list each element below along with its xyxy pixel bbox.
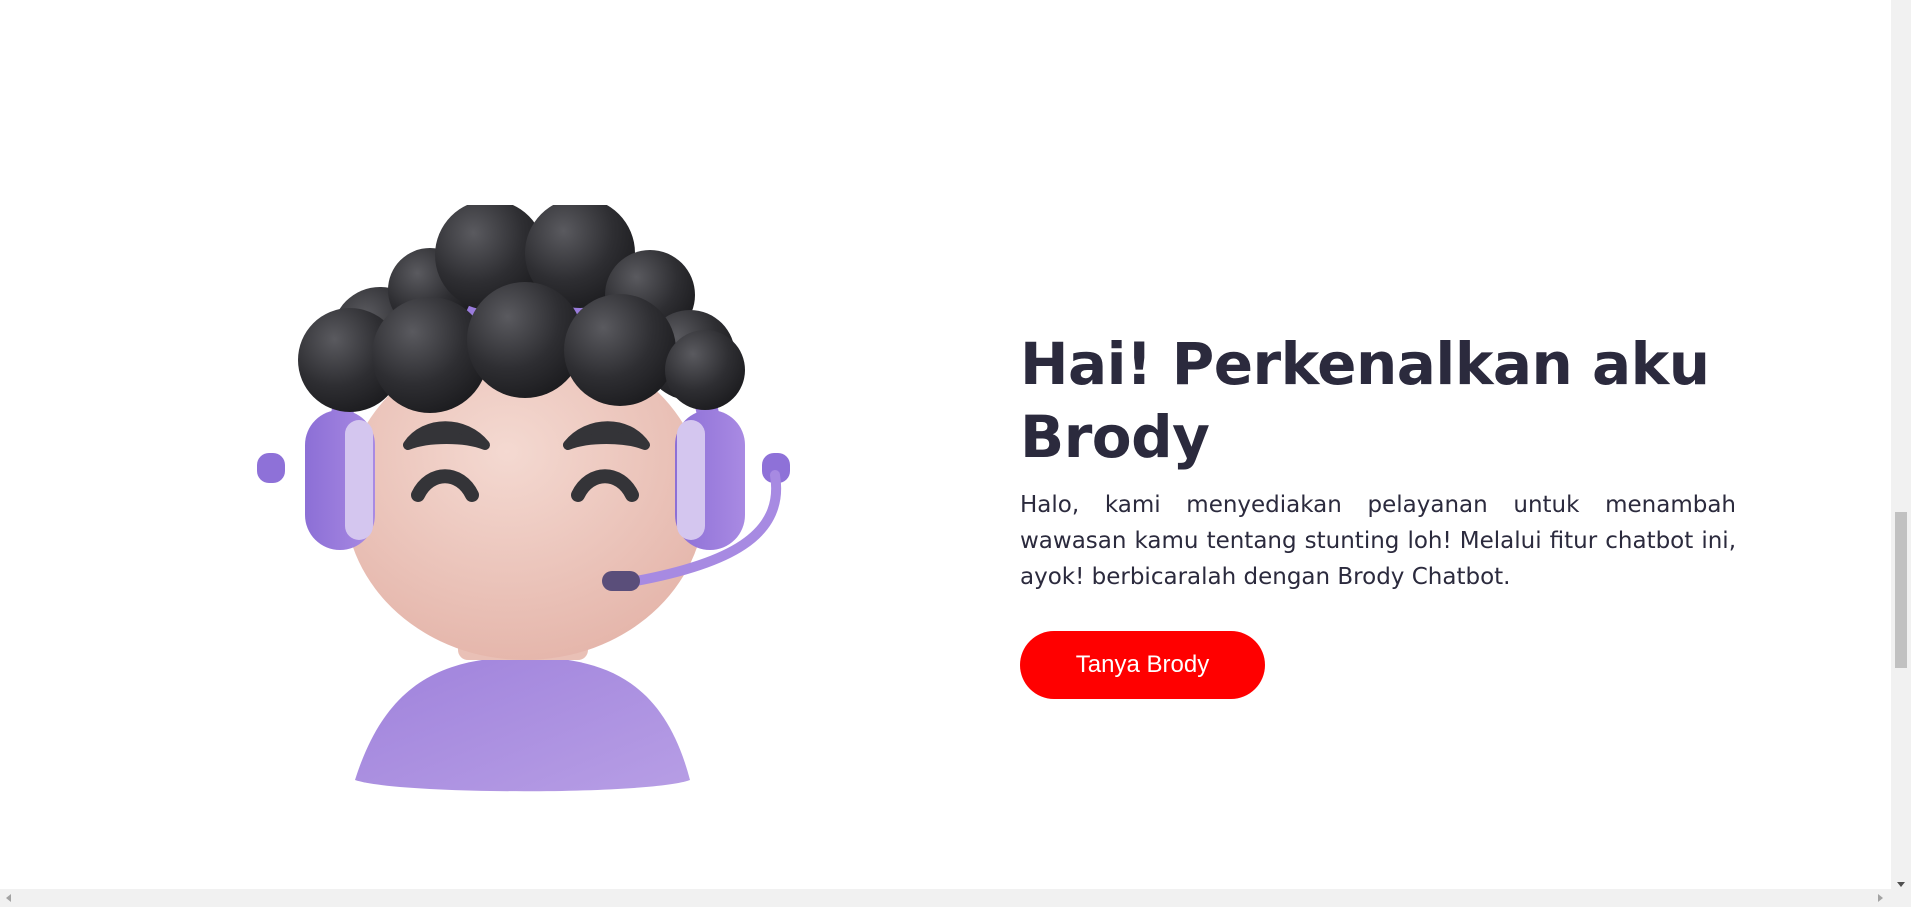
- hero-title: Hai! Perkenalkan aku Brody: [1020, 330, 1710, 471]
- brody-mascot-illustration: [250, 205, 800, 805]
- scroll-down-arrow-icon[interactable]: [1897, 882, 1905, 887]
- scroll-right-arrow-icon[interactable]: [1878, 894, 1883, 902]
- page-viewport: Hai! Perkenalkan aku Brody Halo, kami me…: [0, 0, 1891, 889]
- vertical-scrollbar-thumb[interactable]: [1895, 512, 1907, 668]
- horizontal-scrollbar[interactable]: [0, 889, 1911, 907]
- headset-avatar-icon: [257, 205, 790, 792]
- hero-description: Halo, kami menyediakan pelayanan untuk m…: [1020, 492, 1736, 590]
- tanya-brody-button[interactable]: Tanya Brody: [1020, 631, 1265, 699]
- scroll-left-arrow-icon[interactable]: [6, 894, 11, 902]
- vertical-scrollbar[interactable]: [1891, 0, 1911, 889]
